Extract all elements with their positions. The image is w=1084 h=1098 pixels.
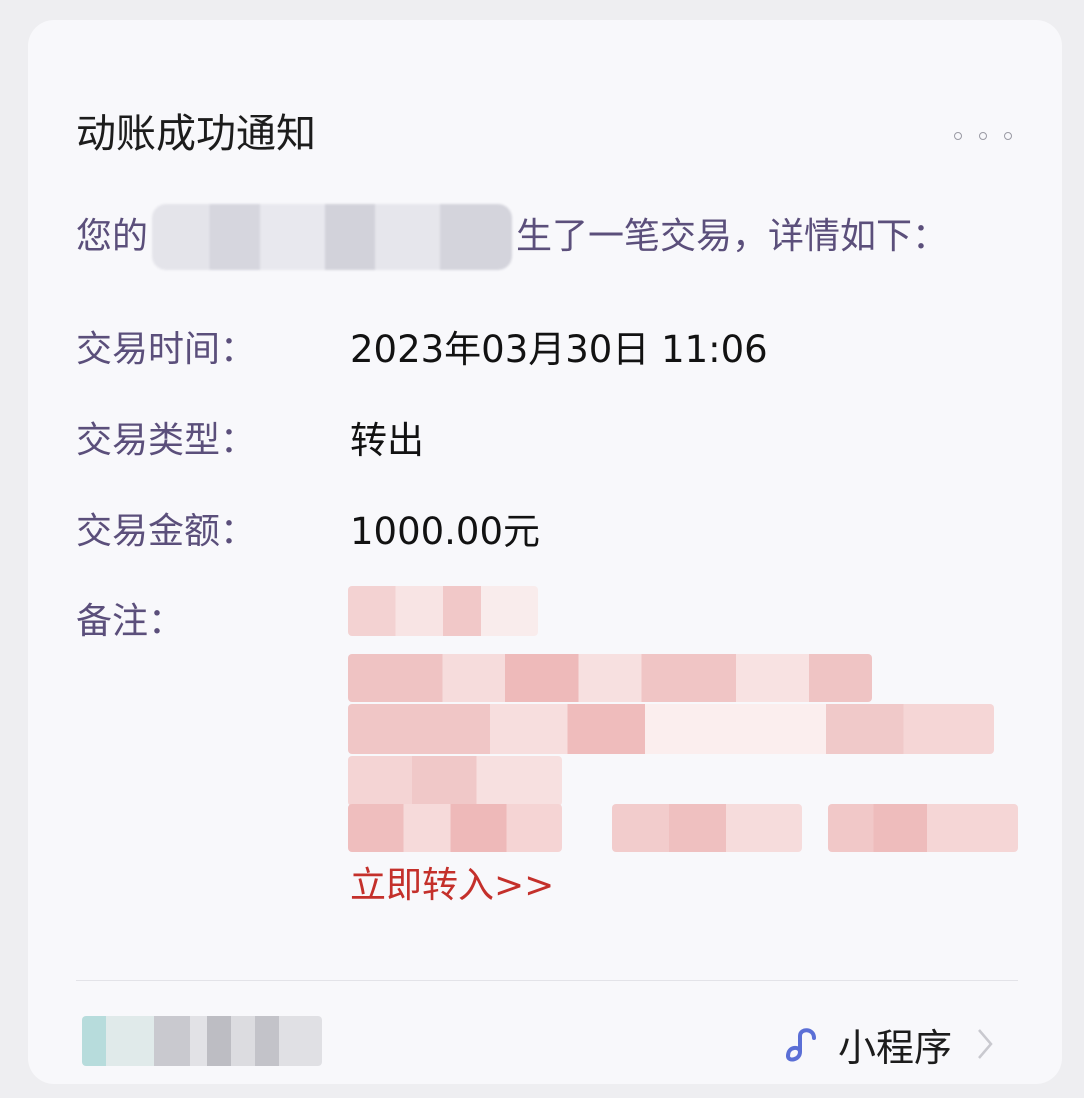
mini-program-icon (786, 1028, 816, 1062)
redacted-remark (348, 586, 1018, 852)
notification-card[interactable]: 动账成功通知 您的 生了一笔交易，详情如下： 交易时间： 2023年03月30日… (28, 20, 1062, 1084)
mini-program-button[interactable]: 小程序 (780, 1016, 994, 1072)
transaction-time-label: 交易时间： (76, 329, 257, 370)
more-icon[interactable] (954, 116, 1012, 156)
redacted-account (152, 204, 513, 270)
intro-prefix: 您的 (76, 216, 149, 257)
transaction-amount-value: 1000.00元 (350, 510, 541, 553)
transaction-time-value: 2023年03月30日 11:06 (350, 328, 768, 371)
card-title: 动账成功通知 (76, 111, 316, 157)
remark-label: 备注： (76, 601, 185, 642)
intro-suffix: 生了一笔交易，详情如下： (516, 216, 949, 257)
transaction-amount-label: 交易金额： (76, 511, 257, 552)
transaction-type-label: 交易类型： (76, 420, 257, 461)
transaction-type-value: 转出 (350, 419, 424, 462)
chevron-right-icon (978, 1029, 993, 1059)
divider (76, 980, 1018, 981)
mini-program-label: 小程序 (838, 1025, 953, 1070)
intro-text: 您的 生了一笔交易，详情如下： (76, 204, 949, 270)
redacted-source-name (82, 1016, 322, 1066)
transfer-in-link[interactable]: 立即转入>> (350, 858, 554, 914)
